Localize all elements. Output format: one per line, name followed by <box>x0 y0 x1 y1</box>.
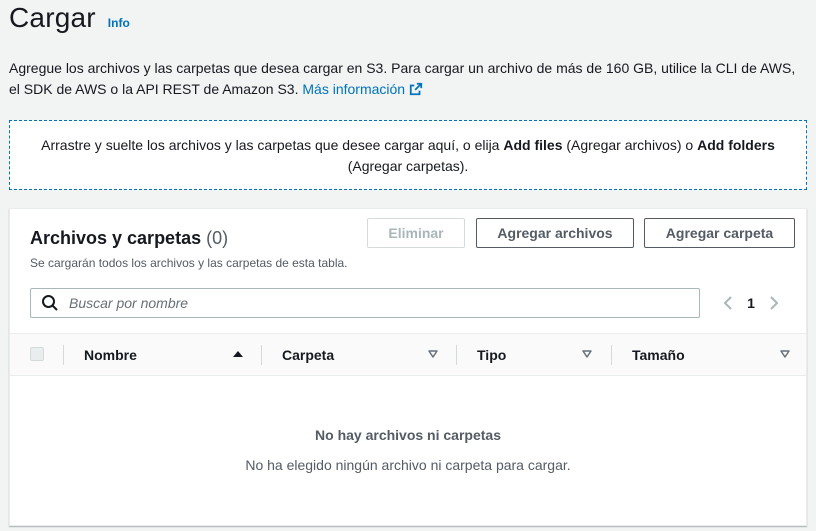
column-divider <box>611 345 612 365</box>
search-icon <box>41 294 59 312</box>
delete-button[interactable]: Eliminar <box>367 218 465 248</box>
column-divider <box>456 345 457 365</box>
panel-subtitle: Se cargarán todos los archivos y las car… <box>30 256 348 270</box>
chevron-right-icon[interactable] <box>764 293 784 313</box>
dropzone-add-files: Add files <box>503 137 563 153</box>
dropzone-add-folders: Add folders <box>697 137 775 153</box>
files-panel: Archivos y carpetas (0) Se cargarán todo… <box>9 208 807 526</box>
column-divider <box>261 345 262 365</box>
dropzone-text-1: Arrastre y suelte los archivos y las car… <box>41 137 504 153</box>
column-header-tamano[interactable]: Tamaño <box>632 334 685 375</box>
table-header: Nombre Carpeta Tipo Tamaño <box>10 333 806 376</box>
search-input[interactable] <box>67 289 699 317</box>
panel-title-text: Archivos y carpetas <box>30 228 202 248</box>
column-divider <box>63 345 64 365</box>
panel-count: (0) <box>206 228 229 248</box>
current-page[interactable]: 1 <box>738 295 764 311</box>
page-description: Agregue los archivos y las carpetas que … <box>9 58 809 100</box>
external-link-icon <box>409 82 423 96</box>
search-box[interactable] <box>30 288 700 318</box>
add-folder-button[interactable]: Agregar carpeta <box>644 218 795 248</box>
learn-more-label: Más información <box>302 81 406 97</box>
sort-icon[interactable] <box>581 348 593 360</box>
column-header-carpeta[interactable]: Carpeta <box>282 334 334 375</box>
column-header-nombre[interactable]: Nombre <box>84 334 137 375</box>
learn-more-link[interactable]: Más información <box>302 81 423 97</box>
column-header-tipo[interactable]: Tipo <box>477 334 506 375</box>
chevron-left-icon[interactable] <box>718 293 738 313</box>
panel-title: Archivos y carpetas (0) <box>30 228 228 249</box>
info-link[interactable]: Info <box>108 16 130 30</box>
sort-ascending-icon[interactable] <box>232 348 244 360</box>
page-header: Cargar Info <box>9 2 130 34</box>
dropzone-text-3: (Agregar carpetas). <box>347 158 469 174</box>
sort-icon[interactable] <box>779 348 791 360</box>
dropzone-text-2: (Agregar archivos) o <box>562 137 698 153</box>
page-title: Cargar <box>9 2 96 33</box>
empty-state-description: No ha elegido ningún archivo ni carpeta … <box>245 457 571 473</box>
empty-state-title: No hay archivos ni carpetas <box>315 427 501 443</box>
sort-icon[interactable] <box>427 348 439 360</box>
pagination: 1 <box>718 289 784 317</box>
select-all-checkbox[interactable] <box>30 347 44 361</box>
drop-zone[interactable]: Arrastre y suelte los archivos y las car… <box>9 120 807 190</box>
add-files-button[interactable]: Agregar archivos <box>476 218 634 248</box>
